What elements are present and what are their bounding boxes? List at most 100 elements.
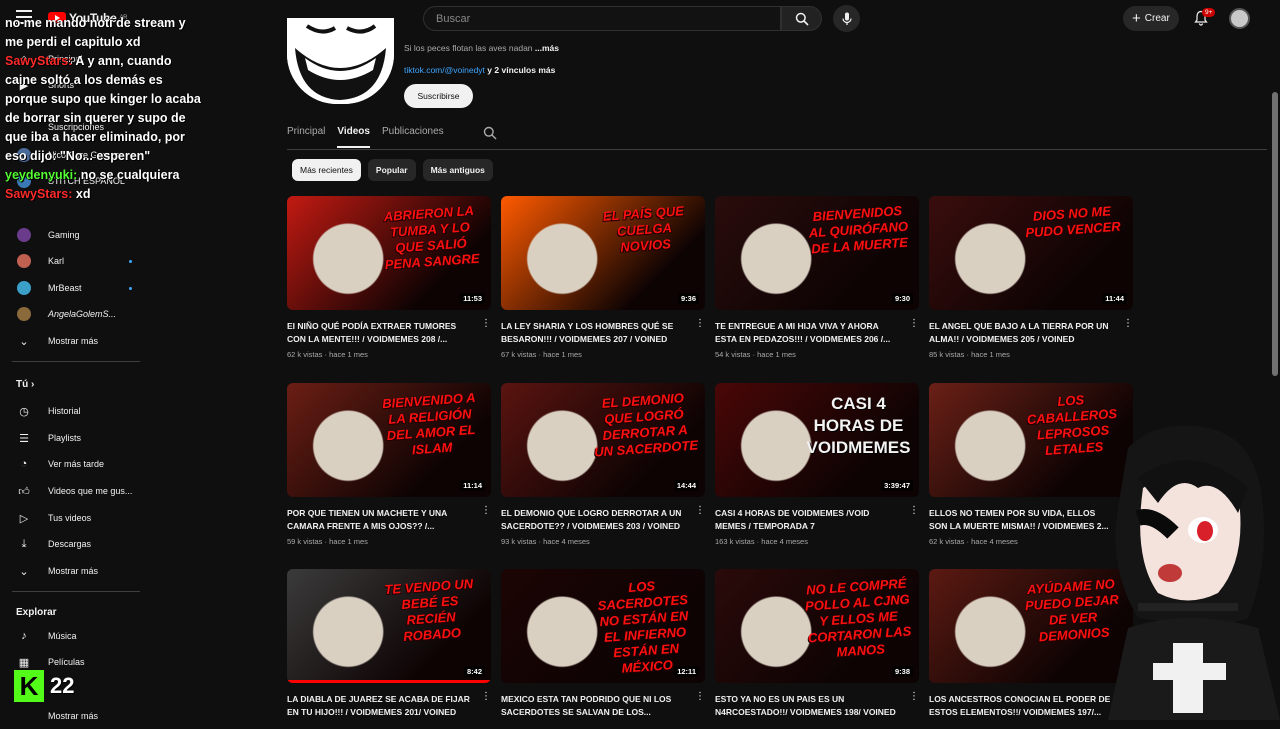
- video-title[interactable]: LA DIABLA DE JUAREZ SE ACABA DE FIJAR EN…: [287, 693, 472, 719]
- subscribe-button[interactable]: Suscribirse: [404, 84, 473, 108]
- description-more-link[interactable]: ...más: [535, 43, 559, 53]
- video-thumbnail[interactable]: El demonio que logró derrotar a un sacer…: [501, 383, 705, 497]
- tab-principal[interactable]: Principal: [287, 126, 325, 148]
- video-card[interactable]: Dios no me pudo vencer 11:44 EL ANGEL QUE …: [929, 196, 1133, 359]
- video-card[interactable]: Los sacerdotes no están en el infierno e…: [501, 569, 705, 723]
- sidebar-item-mrbeast[interactable]: MrBeast: [0, 275, 153, 301]
- video-title[interactable]: EL ANGEL QUE BAJO A LA TIERRA POR UN ALM…: [929, 320, 1114, 346]
- sidebar-item-liked-videos[interactable]: 👍︎ Videos que me gus...: [0, 478, 153, 504]
- video-card[interactable]: Abrieron la tumba y lo que salió pena sa…: [287, 196, 491, 359]
- voice-search-button[interactable]: [833, 5, 860, 32]
- channel-avatar: [17, 281, 31, 295]
- video-thumbnail[interactable]: Bienvenidos al quirófano de la muerte 9:3…: [715, 196, 919, 310]
- sidebar-item-gaming[interactable]: Gaming: [0, 222, 153, 248]
- video-title[interactable]: MEXICO ESTA TAN PODRIDO QUE NI LOS SACER…: [501, 693, 686, 719]
- sidebar-show-more-you[interactable]: ⌄ Mostrar más: [0, 558, 153, 584]
- video-title[interactable]: EL DEMONIO QUE LOGRO DERROTAR A UN SACER…: [501, 507, 686, 533]
- chat-text: xd: [75, 187, 91, 201]
- thumbnail-text: Abrieron la tumba y lo que salió pena sa…: [383, 202, 480, 273]
- video-thumbnail[interactable]: No le compré pollo al CJNG y ellos me co…: [715, 569, 919, 683]
- live-dot: [129, 286, 132, 290]
- video-title[interactable]: ESTO YA NO ES UN PAIS ES UN N4RCOESTADO!…: [715, 693, 900, 719]
- chat-message: SawyStars: A y ann, cuando caine soltó a…: [5, 52, 205, 166]
- sidebar-item-label: Música: [48, 631, 77, 641]
- video-card[interactable]: Bienvenidos al quirófano de la muerte 9:3…: [715, 196, 919, 359]
- video-title[interactable]: LOS ANCESTROS CONOCIAN EL PODER DE ESTOS…: [929, 693, 1114, 719]
- you-section-heading[interactable]: Tú ›: [16, 379, 34, 390]
- tab-publicaciones[interactable]: Publicaciones: [382, 126, 444, 148]
- video-card[interactable]: El demonio que logró derrotar a un sacer…: [501, 383, 705, 546]
- chip-popular[interactable]: Popular: [367, 159, 416, 181]
- sidebar-show-more-explore[interactable]: Mostrar más: [0, 703, 153, 729]
- video-duration: 11:14: [460, 480, 485, 491]
- search-input[interactable]: Buscar: [423, 6, 781, 31]
- chat-username: SawyStars:: [5, 54, 73, 68]
- more-actions-icon[interactable]: ⋮: [695, 319, 705, 329]
- sidebar-show-more-subs[interactable]: ⌄ Mostrar más: [0, 328, 153, 354]
- video-thumbnail[interactable]: Dios no me pudo vencer 11:44: [929, 196, 1133, 310]
- history-icon: ◷: [19, 405, 29, 418]
- video-title[interactable]: LA LEY SHARIA Y LOS HOMBRES QUÉ SE BESAR…: [501, 320, 686, 346]
- channel-search-icon[interactable]: [483, 126, 497, 140]
- more-actions-icon[interactable]: ⋮: [695, 692, 705, 702]
- tab-videos[interactable]: Videos: [337, 126, 370, 148]
- video-thumbnail[interactable]: Te vendo un bebé es recién robado 8:42: [287, 569, 491, 683]
- thumbnail-text: Los sacerdotes no están en el infierno e…: [597, 578, 689, 676]
- video-title[interactable]: TE ENTREGUE A MI HIJA VIVA Y AHORA ESTA …: [715, 320, 900, 346]
- video-card[interactable]: Casi 4 horas de voidmemes 3:39:47 CASI 4 H…: [715, 383, 919, 546]
- chat-message: yeydenyuki: no se cualquiera: [5, 166, 205, 185]
- more-links-button[interactable]: y 2 vínculos más: [487, 65, 555, 75]
- video-title[interactable]: ELLOS NO TEMEN POR SU VIDA, ELLOS SON LA…: [929, 507, 1114, 533]
- sidebar-item-label: AngelaGolemS...: [48, 309, 117, 319]
- thumbnail-text: Casi 4 horas de voidmemes: [806, 394, 911, 457]
- video-card[interactable]: Bienvenido a la religión del amor el isl…: [287, 383, 491, 546]
- sidebar-item-music[interactable]: ♪ Música: [0, 623, 153, 649]
- video-thumbnail[interactable]: Bienvenido a la religión del amor el isl…: [287, 383, 491, 497]
- more-actions-icon[interactable]: ⋮: [1123, 319, 1133, 329]
- more-actions-icon[interactable]: ⋮: [909, 692, 919, 702]
- sidebar-item-playlists[interactable]: ☰ Playlists: [0, 425, 153, 451]
- sidebar-divider: [12, 591, 140, 592]
- sidebar-item-karl[interactable]: Karl: [0, 248, 153, 274]
- sidebar-item-downloads[interactable]: ⤓ Descargas: [0, 531, 153, 557]
- kick-logo-icon: K: [14, 670, 44, 702]
- chat-text: A y ann, cuando caine soltó a los demás …: [5, 54, 201, 163]
- chip-oldest[interactable]: Más antiguos: [422, 159, 493, 181]
- sidebar-item-watch-later[interactable]: ◔ Ver más tarde: [0, 451, 153, 477]
- video-card[interactable]: No le compré pollo al CJNG y ellos me co…: [715, 569, 919, 723]
- channel-avatar: [17, 254, 31, 268]
- video-card[interactable]: Te vendo un bebé es recién robado 8:42 LA …: [287, 569, 491, 723]
- account-avatar[interactable]: [1229, 8, 1250, 29]
- search-button[interactable]: [781, 6, 822, 31]
- channel-link-url[interactable]: tiktok.com/@voinedyt: [404, 65, 485, 75]
- chat-message: no me mando noti de stream y me perdi el…: [5, 14, 205, 52]
- video-thumbnail[interactable]: Abrieron la tumba y lo que salió pena sa…: [287, 196, 491, 310]
- sidebar-item-angelagolems[interactable]: AngelaGolemS...: [0, 301, 153, 327]
- video-title[interactable]: CASI 4 HORAS DE VOIDMEMES /VOID MEMES / …: [715, 507, 900, 533]
- video-thumbnail[interactable]: Los sacerdotes no están en el infierno e…: [501, 569, 705, 683]
- video-card[interactable]: El país que cuelga novios 9:36 LA LEY SHAR…: [501, 196, 705, 359]
- video-thumbnail[interactable]: El país que cuelga novios 9:36: [501, 196, 705, 310]
- sidebar-item-your-videos[interactable]: ▷ Tus videos: [0, 505, 153, 531]
- sidebar-item-historial[interactable]: ◷ Historial: [0, 398, 153, 424]
- more-actions-icon[interactable]: ⋮: [481, 506, 491, 516]
- more-actions-icon[interactable]: ⋮: [695, 506, 705, 516]
- page-scrollbar[interactable]: [1272, 92, 1278, 376]
- video-title[interactable]: EI NIÑO QUÉ PODÍA EXTRAER TUMORES CON LA…: [287, 320, 472, 346]
- channel-tabs: Principal Videos Publicaciones: [287, 126, 456, 148]
- video-duration: 3:39:47: [881, 480, 913, 491]
- more-actions-icon[interactable]: ⋮: [481, 692, 491, 702]
- more-actions-icon[interactable]: ⋮: [909, 319, 919, 329]
- plus-icon: +: [1132, 9, 1141, 27]
- watch-progress-bar: [287, 680, 491, 683]
- create-button[interactable]: + Crear: [1123, 6, 1179, 31]
- video-duration: 11:53: [460, 293, 485, 304]
- video-title[interactable]: POR QUE TIENEN UN MACHETE Y UNA CAMARA F…: [287, 507, 472, 533]
- chip-most-recent[interactable]: Más recientes: [292, 159, 361, 181]
- channel-avatar-large[interactable]: [287, 18, 394, 104]
- channel-description[interactable]: Si los peces flotan las aves nadan ...má…: [404, 43, 559, 53]
- video-thumbnail[interactable]: Casi 4 horas de voidmemes 3:39:47: [715, 383, 919, 497]
- thumbnail-text: Bienvenido a la religión del amor el isl…: [381, 389, 476, 458]
- more-actions-icon[interactable]: ⋮: [909, 506, 919, 516]
- more-actions-icon[interactable]: ⋮: [481, 319, 491, 329]
